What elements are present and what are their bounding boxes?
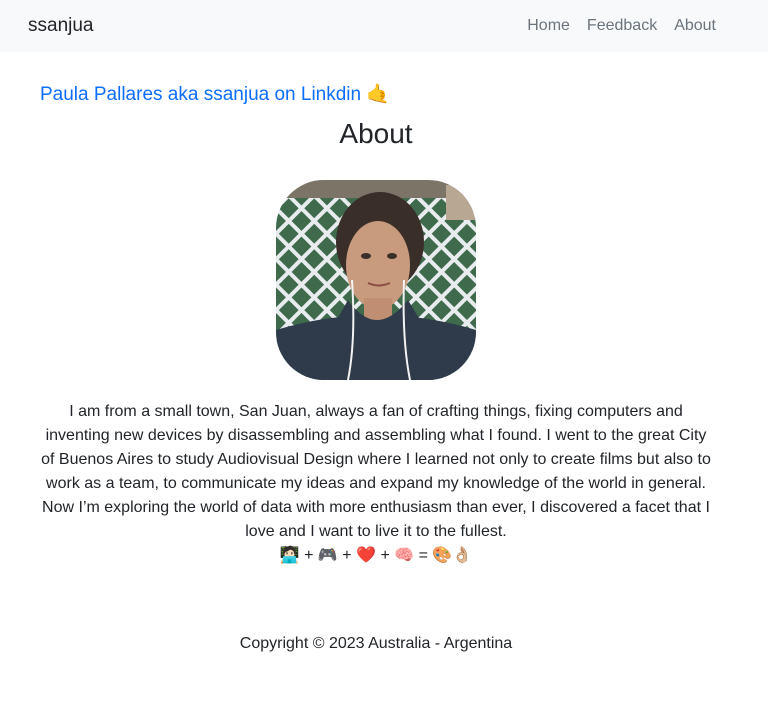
- bio-paragraph: I am from a small town, San Juan, always…: [41, 403, 711, 540]
- palette-ok-emoji: 🎨👌🏼: [432, 547, 473, 564]
- brand-link[interactable]: ssanjua: [28, 13, 94, 39]
- nav-link-home[interactable]: Home: [527, 15, 570, 37]
- nav-link-about[interactable]: About: [674, 15, 716, 37]
- footer-copyright: Copyright © 2023 Australia - Argentina: [239, 635, 513, 652]
- plus-sign: +: [380, 547, 390, 564]
- navbar: ssanjua Home Feedback About: [0, 0, 768, 52]
- plus-sign: +: [304, 547, 314, 564]
- emoji-equation: 🧑🏻‍💻 + 🎮 + ❤️ + 🧠 = 🎨👌🏼: [0, 545, 752, 567]
- heart-emoji: ❤️: [356, 547, 376, 564]
- game-controller-emoji: 🎮: [317, 547, 338, 564]
- technologist-emoji: 🧑🏻‍💻: [279, 547, 300, 564]
- equals-sign: =: [418, 547, 428, 564]
- profile-photo: [276, 180, 476, 380]
- linkedin-link[interactable]: Paula Pallares aka ssanjua on Linkdin 🤙: [40, 82, 390, 108]
- page-title: About: [339, 118, 413, 149]
- brain-emoji: 🧠: [394, 547, 415, 564]
- plus-sign: +: [342, 547, 352, 564]
- nav-link-feedback[interactable]: Feedback: [587, 15, 657, 37]
- nav-links: Home Feedback About: [527, 15, 716, 37]
